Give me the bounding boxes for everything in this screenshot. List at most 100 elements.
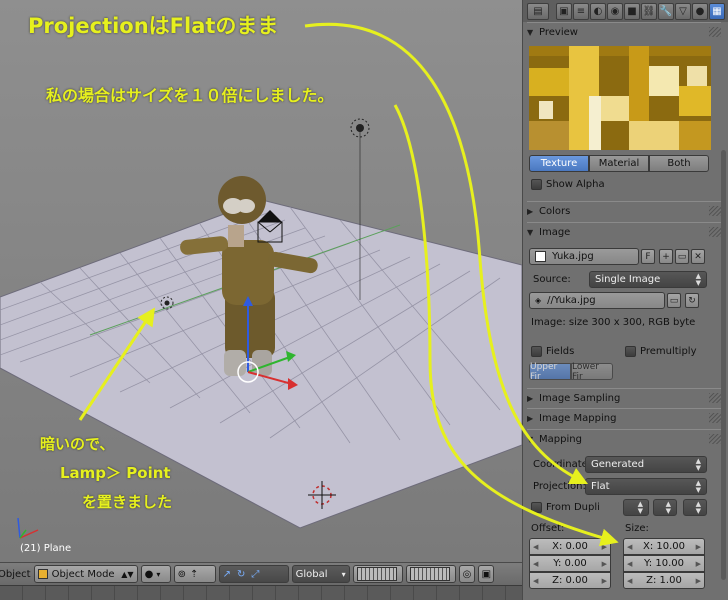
chevron-updown-icon: ▲ ▼ bbox=[695, 499, 701, 515]
layer-buttons-2[interactable] bbox=[405, 565, 456, 583]
mode-label: Object Mode bbox=[51, 568, 115, 580]
browse-folder-icon[interactable]: ▭ bbox=[667, 293, 681, 308]
annotation-lamp-note: 暗いので、 Lamp＞ Point を置きました bbox=[40, 430, 172, 517]
orientation-selector[interactable]: Global ▾ bbox=[291, 565, 350, 583]
axis-mapping-x-dropdown[interactable]: ▲ ▼ bbox=[623, 499, 649, 516]
chevron-updown-icon: ▲ ▼ bbox=[665, 499, 671, 515]
pivot-point-button[interactable]: ⊚ ⇡ bbox=[173, 565, 216, 583]
upper-first-button[interactable]: Upper Fir bbox=[529, 362, 571, 382]
image-sampling-section-header[interactable]: ▶ Image Sampling bbox=[527, 388, 721, 407]
drag-grip-icon[interactable] bbox=[709, 27, 721, 37]
manipulator-buttons[interactable]: ↗ ↻ ⤢ bbox=[218, 565, 289, 583]
from-dupli-checkbox[interactable]: From Dupli bbox=[531, 502, 600, 513]
object-tab-icon[interactable]: ■ bbox=[624, 2, 640, 20]
reload-icon[interactable]: ↻ bbox=[685, 293, 699, 308]
properties-tabbar: ▤ ▣ ≡ ◐ ◉ ■ ⛓ 🔧 ▽ ● ▦ bbox=[523, 0, 728, 22]
sphere-icon: ● bbox=[144, 568, 154, 580]
checkbox-box[interactable] bbox=[625, 346, 636, 357]
offset-x-value: X: 0.00 bbox=[552, 541, 588, 552]
projection-value: Flat bbox=[591, 481, 610, 492]
data-tab-icon[interactable]: ▽ bbox=[675, 2, 691, 20]
projection-dropdown[interactable]: Flat ▲ ▼ bbox=[585, 478, 707, 495]
add-icon[interactable]: + bbox=[659, 249, 673, 264]
offset-z-field[interactable]: ◀ Z: 0.00 ▶ bbox=[529, 572, 611, 589]
scale-icon[interactable]: ⤢ bbox=[251, 569, 259, 580]
premultiply-checkbox[interactable]: Premultiply bbox=[625, 346, 697, 357]
camera-tab-icon[interactable]: ▣ bbox=[556, 2, 572, 20]
layer-buttons[interactable] bbox=[352, 565, 403, 583]
section-title: Preview bbox=[539, 26, 578, 38]
show-alpha-checkbox[interactable]: Show Alpha bbox=[531, 179, 605, 190]
offset-y-field[interactable]: ◀ Y: 0.00 ▶ bbox=[529, 555, 611, 572]
editor-type-icon[interactable]: ▤ bbox=[527, 2, 549, 20]
image-section-header[interactable]: ▼ Image bbox=[527, 222, 721, 241]
open-folder-icon[interactable]: ▭ bbox=[675, 249, 689, 264]
annotation-lamp-line: Lamp＞ Point bbox=[60, 464, 171, 482]
constraints-tab-icon[interactable]: ⛓ bbox=[641, 2, 657, 20]
lock-icon[interactable]: ◎ bbox=[458, 565, 475, 583]
fake-user-button[interactable]: F bbox=[641, 249, 655, 264]
size-z-field[interactable]: ◀ Z: 1.00 ▶ bbox=[623, 572, 705, 589]
world-tab-icon[interactable]: ◉ bbox=[607, 2, 623, 20]
preview-tab-both[interactable]: Both bbox=[649, 155, 709, 172]
source-label: Source: bbox=[533, 274, 571, 285]
drag-grip-icon[interactable] bbox=[709, 206, 721, 216]
checkbox-label: Show Alpha bbox=[546, 179, 605, 190]
panel-scrollbar[interactable] bbox=[721, 150, 726, 580]
collapse-triangle-icon: ▼ bbox=[527, 434, 534, 444]
rotate-icon[interactable]: ↻ bbox=[237, 569, 245, 580]
render-icon[interactable]: ▣ bbox=[477, 565, 494, 583]
image-info: Image: size 300 x 300, RGB byte bbox=[531, 317, 696, 328]
timeline-strip[interactable] bbox=[0, 585, 522, 600]
frame-label: (21) Plane bbox=[20, 543, 72, 554]
close-icon[interactable]: ✕ bbox=[691, 249, 705, 264]
checkbox-label: Fields bbox=[546, 346, 575, 357]
mode-selector[interactable]: Object Mode ▲▼ bbox=[33, 565, 138, 583]
filepath-field[interactable]: ◈ //Yuka.jpg bbox=[529, 292, 665, 309]
source-dropdown[interactable]: Single Image ▲ ▼ bbox=[589, 271, 707, 288]
image-mapping-section-header[interactable]: ▶ Image Mapping bbox=[527, 408, 721, 427]
preview-tab-material[interactable]: Material bbox=[589, 155, 649, 172]
lower-first-button[interactable]: Lower Fir bbox=[571, 362, 613, 382]
drag-grip-icon[interactable] bbox=[709, 434, 721, 444]
mapping-section-header[interactable]: ▼ Mapping bbox=[527, 429, 721, 448]
translate-icon[interactable]: ↗ bbox=[223, 569, 231, 580]
axis-mapping-y-dropdown[interactable]: ▲ ▼ bbox=[653, 499, 677, 516]
chevron-updown-icon: ▲ ▼ bbox=[695, 456, 701, 472]
layers-icon bbox=[409, 567, 450, 581]
preview-tab-texture[interactable]: Texture bbox=[529, 155, 589, 172]
expand-triangle-icon: ▶ bbox=[527, 206, 534, 216]
image-file-icon: ◈ bbox=[535, 296, 542, 305]
section-title: Mapping bbox=[539, 433, 582, 445]
filepath-value: //Yuka.jpg bbox=[547, 295, 596, 306]
size-y-field[interactable]: ◀ Y: 10.00 ▶ bbox=[623, 555, 705, 572]
drag-grip-icon[interactable] bbox=[709, 413, 721, 423]
coordinates-dropdown[interactable]: Generated ▲ ▼ bbox=[585, 456, 707, 473]
drag-grip-icon[interactable] bbox=[709, 227, 721, 237]
checkbox-box[interactable] bbox=[531, 346, 542, 357]
offset-x-field[interactable]: ◀ X: 0.00 ▶ bbox=[529, 538, 611, 555]
material-tab-icon[interactable]: ● bbox=[692, 2, 708, 20]
image-datablock-field[interactable]: Yuka.jpg bbox=[529, 248, 639, 265]
size-x-field[interactable]: ◀ X: 10.00 ▶ bbox=[623, 538, 705, 555]
modifier-tab-icon[interactable]: 🔧 bbox=[658, 2, 674, 20]
axis-mapping-z-dropdown[interactable]: ▲ ▼ bbox=[683, 499, 707, 516]
drag-grip-icon[interactable] bbox=[709, 393, 721, 403]
chevron-updown-icon: ▲ ▼ bbox=[637, 499, 643, 515]
object-menu[interactable]: Object bbox=[0, 569, 31, 580]
preview-section-header[interactable]: ▼ Preview bbox=[527, 22, 721, 41]
layers-tab-icon[interactable]: ≡ bbox=[573, 2, 589, 20]
checkbox-box[interactable] bbox=[531, 179, 542, 190]
view-axes-widget bbox=[17, 517, 39, 539]
chevron-updown-icon: ▲ ▼ bbox=[695, 478, 701, 494]
size-y-value: Y: 10.00 bbox=[644, 558, 684, 569]
viewport-shading-button[interactable]: ● ▾ bbox=[140, 565, 171, 583]
size-label: Size: bbox=[625, 523, 649, 534]
texture-tab-icon[interactable]: ▦ bbox=[709, 2, 725, 20]
offset-y-value: Y: 0.00 bbox=[553, 558, 587, 569]
fields-checkbox[interactable]: Fields bbox=[531, 346, 574, 357]
scene-tab-icon[interactable]: ◐ bbox=[590, 2, 606, 20]
3d-viewport[interactable]: ProjectionはFlatのまま 私の場合はサイズを１０倍にしました。 暗い… bbox=[0, 0, 522, 562]
checkbox-box[interactable] bbox=[531, 502, 542, 513]
colors-section-header[interactable]: ▶ Colors bbox=[527, 201, 721, 220]
